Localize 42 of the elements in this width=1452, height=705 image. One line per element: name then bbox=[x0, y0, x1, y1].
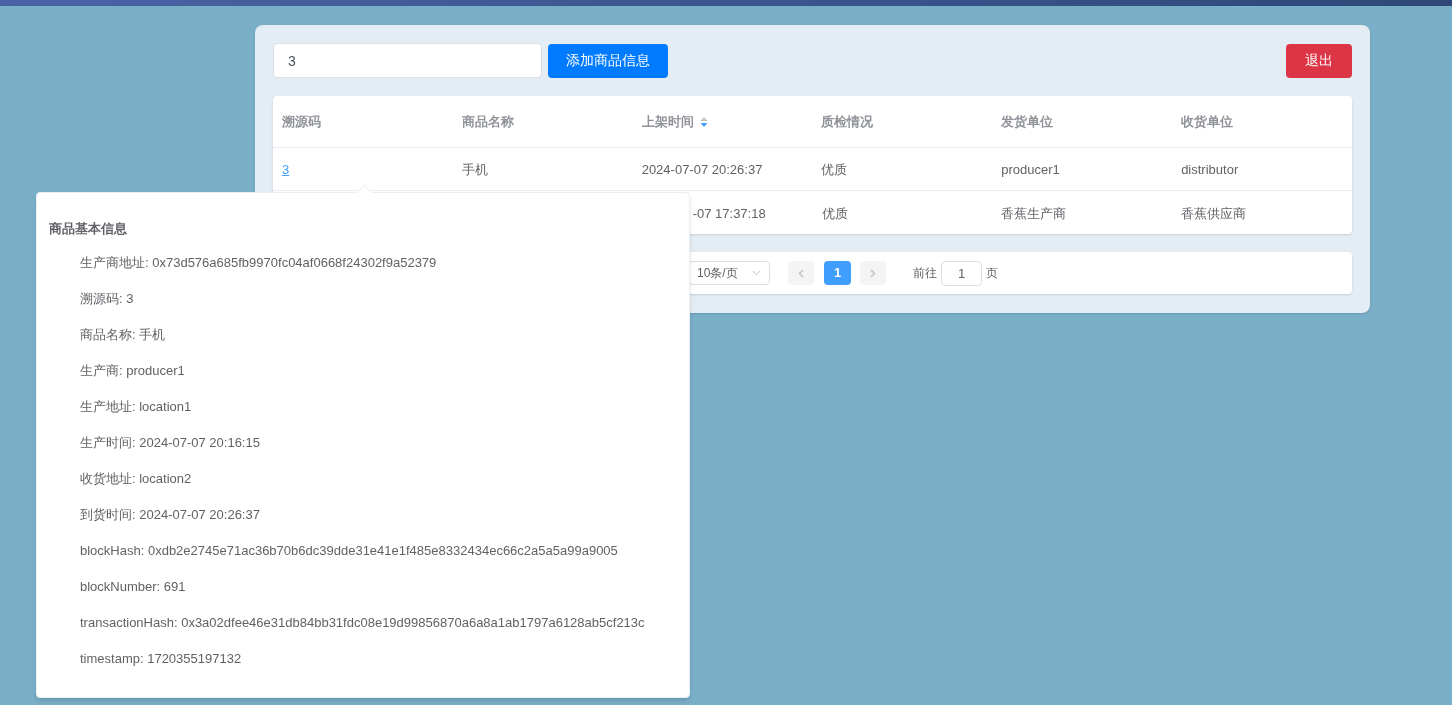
table-cell: -07 17:37:18 bbox=[692, 205, 766, 221]
column-header: 收货单位 bbox=[1181, 112, 1234, 131]
exit-button[interactable]: 退出 bbox=[1286, 43, 1352, 78]
info-line: 生产时间: 2024-07-07 20:16:15 bbox=[80, 434, 261, 452]
previous-page-button[interactable] bbox=[788, 261, 814, 285]
jump-label: 前往 bbox=[913, 265, 937, 282]
add-product-button[interactable]: 添加商品信息 bbox=[548, 43, 668, 78]
table-cell: 优质 bbox=[821, 162, 848, 177]
page-suffix: 页 bbox=[986, 265, 998, 282]
table-cell: 香蕉供应商 bbox=[1181, 205, 1247, 221]
info-line: timestamp: 1720355197132 bbox=[80, 650, 243, 668]
info-line: 商品名称: 手机 bbox=[80, 326, 167, 344]
column-header: 质检情况 bbox=[821, 112, 874, 131]
jump-page-field[interactable]: 1 bbox=[941, 260, 982, 286]
page-number-button[interactable]: 1 bbox=[824, 261, 851, 285]
search-field[interactable]: 3 bbox=[273, 43, 542, 78]
info-line: 生产地址: location1 bbox=[80, 398, 193, 416]
trace-code-link[interactable]: 3 bbox=[282, 162, 290, 177]
sort-icon[interactable] bbox=[699, 115, 708, 128]
chevron-right-icon bbox=[870, 268, 876, 278]
table-cell: distributor bbox=[1181, 162, 1239, 177]
table-cell: 优质 bbox=[821, 205, 848, 221]
chevron-down-icon bbox=[752, 270, 761, 276]
info-line: 生产商: producer1 bbox=[80, 362, 186, 380]
next-page-button[interactable] bbox=[860, 261, 886, 285]
info-line: 收货地址: location2 bbox=[80, 470, 193, 488]
chevron-left-icon bbox=[798, 268, 804, 278]
info-line: blockNumber: 691 bbox=[80, 578, 187, 596]
column-header: 发货单位 bbox=[1001, 112, 1054, 131]
info-line: 溯源码: 3 bbox=[80, 290, 135, 308]
popover-title: 商品基本信息 bbox=[49, 220, 128, 238]
info-line: 到货时间: 2024-07-07 20:26:37 bbox=[80, 506, 261, 524]
table-cell: producer1 bbox=[1001, 162, 1060, 177]
column-header: 上架时间 bbox=[641, 112, 694, 131]
column-header: 商品名称 bbox=[461, 112, 514, 131]
info-line: blockHash: 0xdb2e2745e71ac36b70b6dc39dde31e41e1f485e8332434ec66c2a5a5a99a9005 bbox=[80, 542, 619, 560]
info-line: transactionHash: 0x3a02dfee46e31db84bb31fdc08e19d99856870a6a8a1ab1797a6128ab5cf213c bbox=[80, 614, 646, 632]
info-line: 生产商地址: 0x73d576a685fb9970fc04af0668f24302f9a52379 bbox=[80, 254, 438, 272]
column-header: 溯源码 bbox=[282, 112, 321, 131]
table-cell: 2024-07-07 20:26:37 bbox=[641, 162, 763, 177]
table-cell: 手机 bbox=[461, 162, 488, 177]
table-cell: 香蕉生产商 bbox=[1001, 205, 1067, 221]
